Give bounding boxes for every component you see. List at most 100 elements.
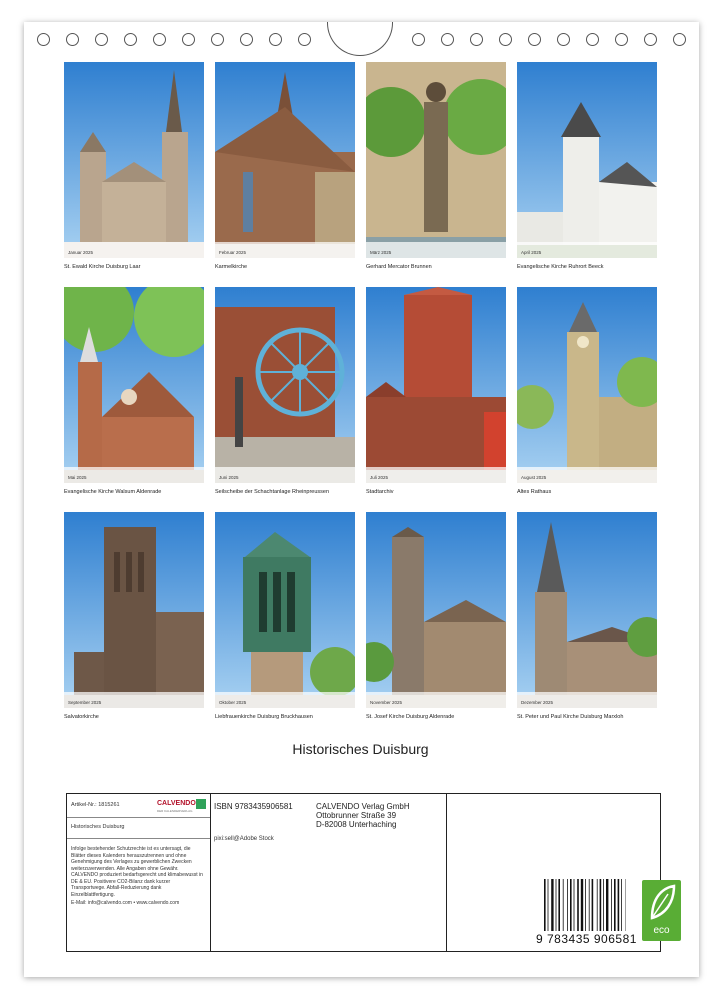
photo-caption: Stadtarchiv [366, 489, 394, 495]
photo-caption: Evangelische Kirche Walsum Aldenrade [64, 489, 162, 495]
contact-email: E-Mail: info@calvendo.com • www.calvendo… [71, 900, 180, 906]
calvendo-cube-icon [196, 799, 206, 809]
info-column-right: 9 783435 906581 eco [446, 794, 681, 951]
month-tile: Oktober 2025 Liebfrauenkirche Duisburg Br… [215, 512, 355, 720]
month-strip: Mai 2025 [64, 467, 204, 483]
binder-hole [240, 33, 253, 46]
month-strip: Juni 2025 [215, 467, 355, 483]
month-label: November 2025 [370, 700, 403, 705]
photo-image [517, 62, 657, 258]
photo-caption: St. Peter und Paul Kirche Duisburg Marxl… [517, 714, 624, 720]
photo-image [215, 287, 355, 483]
month-tile: Mai 2025 Evangelische Kirche Walsum Alden… [64, 287, 204, 495]
eco-label: eco [653, 925, 670, 936]
photo-image [366, 287, 506, 483]
month-strip: März 2025 [366, 242, 506, 258]
month-photo: Januar 2025 [64, 62, 204, 258]
calvendo-logo: CALVENDO [157, 800, 196, 807]
photo-caption: Seilscheibe der Schachtanlage Rheinpreus… [215, 489, 330, 495]
photo-image [215, 512, 355, 708]
binder-hole [182, 33, 195, 46]
photo-image [64, 512, 204, 708]
photo-caption: Evangelische Kirche Ruhrort Beeck [517, 264, 604, 270]
binder-hole [586, 33, 599, 46]
binder-hole [95, 33, 108, 46]
month-photo: Dezember 2025 [517, 512, 657, 708]
month-photo: März 2025 [366, 62, 506, 258]
eco-badge: eco [642, 880, 681, 941]
binder-hole [673, 33, 686, 46]
isbn: ISBN 9783435906581 [214, 802, 293, 811]
binder-hole [153, 33, 166, 46]
month-photo: Juli 2025 [366, 287, 506, 483]
month-label: August 2025 [521, 475, 547, 480]
month-strip: Oktober 2025 [215, 692, 355, 708]
photo-caption: Salvatorkirche [64, 714, 99, 720]
photo-caption: Gerhard Mercator Brunnen [366, 264, 432, 270]
month-strip: November 2025 [366, 692, 506, 708]
legal-text: Infolge bestehender Schutzrechte ist es … [71, 846, 203, 898]
month-photo: April 2025 [517, 62, 657, 258]
divider [67, 817, 210, 818]
month-photo: Mai 2025 [64, 287, 204, 483]
leaf-icon [650, 884, 676, 920]
info-column-left: Artikel-Nr.: 1815261 CALVENDO DER KALEND… [67, 794, 211, 951]
month-label: Dezember 2025 [521, 700, 554, 705]
binder-hole [124, 33, 137, 46]
month-label: April 2025 [521, 250, 542, 255]
month-tile: Juni 2025 Seilscheibe der Schachtanlage R… [215, 287, 355, 495]
photo-image [64, 62, 204, 258]
photo-image [517, 512, 657, 708]
month-tile: Juli 2025 Stadtarchiv [366, 287, 506, 495]
photo-credit: pixi:sell@Adobe Stock [214, 836, 274, 842]
binder-hole [644, 33, 657, 46]
month-strip: April 2025 [517, 242, 657, 258]
month-label: März 2025 [370, 250, 392, 255]
divider [67, 838, 210, 839]
month-photo: Juni 2025 [215, 287, 355, 483]
binder-hole [37, 33, 50, 46]
publisher-street: Ottobrunner Straße 39 [316, 811, 397, 820]
month-tile: April 2025 Evangelische Kirche Ruhrort Be… [517, 62, 657, 270]
binder-hole [412, 33, 425, 46]
month-tile: März 2025 Gerhard Mercator Brunnen [366, 62, 506, 270]
binder-hole [441, 33, 454, 46]
binder-hole [499, 33, 512, 46]
binder-hole [557, 33, 570, 46]
month-tile: Februar 2025 Karmelkirche [215, 62, 355, 270]
info-box: Artikel-Nr.: 1815261 CALVENDO DER KALEND… [66, 793, 681, 952]
month-label: Mai 2025 [68, 475, 87, 480]
month-photo: August 2025 [517, 287, 657, 483]
month-strip: August 2025 [517, 467, 657, 483]
binder-hole [298, 33, 311, 46]
month-label: Januar 2025 [68, 250, 94, 255]
month-strip: Februar 2025 [215, 242, 355, 258]
month-tile: Dezember 2025 St. Peter und Paul Kirche D… [517, 512, 657, 720]
publisher-name: CALVENDO Verlag GmbH [316, 802, 410, 811]
photo-image [64, 287, 204, 483]
binder-hole [470, 33, 483, 46]
article-number: Artikel-Nr.: 1815261 [71, 802, 120, 808]
photo-caption: Liebfrauenkirche Duisburg Bruckhausen [215, 714, 313, 720]
photo-image [215, 62, 355, 258]
month-strip: Juli 2025 [366, 467, 506, 483]
binder-hole [528, 33, 541, 46]
photo-caption: St. Josef Kirche Duisburg Aldenrade [366, 714, 455, 720]
month-photo: September 2025 [64, 512, 204, 708]
barcode [544, 879, 626, 931]
binder-hole [615, 33, 628, 46]
photo-image [517, 287, 657, 483]
month-photo: Oktober 2025 [215, 512, 355, 708]
short-title: Historisches Duisburg [71, 824, 125, 830]
photo-image [366, 512, 506, 708]
month-photo: November 2025 [366, 512, 506, 708]
binder-hole [211, 33, 224, 46]
month-tile: November 2025 St. Josef Kirche Duisburg A… [366, 512, 506, 720]
info-column-middle: ISBN 9783435906581 CALVENDO Verlag GmbH … [210, 794, 447, 951]
month-strip: Dezember 2025 [517, 692, 657, 708]
month-tile: Januar 2025 St. Ewald Kirche Duisburg Laa… [64, 62, 204, 270]
month-photo: Februar 2025 [215, 62, 355, 258]
photo-image [366, 62, 506, 258]
month-strip: September 2025 [64, 692, 204, 708]
month-label: Oktober 2025 [219, 700, 247, 705]
